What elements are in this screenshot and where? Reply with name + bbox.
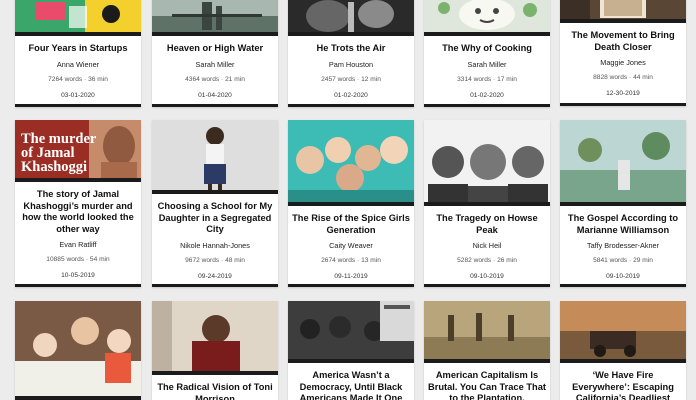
article-date: 10-05-2019	[61, 272, 95, 279]
article-thumbnail[interactable]	[152, 301, 278, 375]
article-thumbnail[interactable]	[288, 0, 414, 36]
article-author: Nick Heil	[472, 241, 502, 250]
article-author: Pam Houston	[328, 59, 374, 69]
article-date: 09-10-2019	[470, 273, 504, 280]
article-wordcount: 4364 words · 21 min	[185, 75, 245, 83]
article-author: Sarah Miller	[195, 59, 235, 69]
article-wordcount: 5282 words · 26 min	[457, 257, 517, 264]
article-date: 09-11-2019	[334, 273, 368, 280]
article-title[interactable]: The Rise of the Spice Girls Generation	[292, 213, 410, 236]
article-card[interactable]: Choosing a School for My Daughter in a S…	[152, 120, 278, 287]
article-card[interactable]: He Trots the Air Pam Houston 2457 words …	[288, 0, 414, 107]
article-wordcount: 9672 words · 48 min	[185, 256, 245, 264]
article-card[interactable]: The Rise of the Spice Girls Generation C…	[288, 120, 414, 287]
article-date: 09-10-2019	[606, 273, 640, 280]
article-author: Nikole Hannah-Jones	[180, 240, 250, 250]
article-thumbnail[interactable]	[560, 0, 686, 23]
article-wordcount: 10885 words · 54 min	[46, 256, 110, 263]
article-card[interactable]: American Capitalism Is Brutal. You Can T…	[424, 301, 550, 400]
article-date: 09-24-2019	[198, 272, 232, 280]
article-title[interactable]: ‘We Have Fire Everywhere’: Escaping Cali…	[564, 370, 682, 400]
article-thumbnail[interactable]	[424, 120, 550, 206]
article-thumbnail[interactable]	[560, 301, 686, 363]
article-date: 01-02-2020	[470, 91, 504, 99]
article-thumbnail[interactable]: The murder of Jamal Khashoggi	[15, 120, 141, 182]
article-author: Evan Ratliff	[59, 240, 97, 249]
article-card[interactable]: The Why of Cooking Sarah Miller 3314 wor…	[424, 0, 550, 107]
article-date: 03-01-2020	[61, 91, 95, 99]
article-title[interactable]: The Tragedy on Howse Peak	[428, 213, 546, 236]
article-card[interactable]: The Gospel According to Marianne William…	[560, 120, 686, 287]
article-author: Sarah Miller	[467, 59, 507, 69]
article-title[interactable]: The Movement to Bring Death Closer	[564, 30, 682, 53]
article-title[interactable]: He Trots the Air	[292, 43, 410, 55]
article-title[interactable]: Choosing a School for My Daughter in a S…	[156, 201, 274, 236]
article-card[interactable]: Heaven or High Water Sarah Miller 4364 w…	[152, 0, 278, 107]
article-wordcount: 2457 words · 12 min	[321, 75, 381, 83]
article-card[interactable]: America Wasn’t a Democracy, Until Black …	[288, 301, 414, 400]
article-card[interactable]: The Radical Vision of Toni Morrison	[152, 301, 278, 400]
article-title[interactable]: Heaven or High Water	[156, 43, 274, 55]
article-title[interactable]: The story of Jamal Khashoggi’s murder an…	[19, 189, 137, 235]
article-thumbnail[interactable]	[424, 301, 550, 363]
thumbnail-caption: The murder of Jamal Khashoggi	[21, 131, 97, 175]
article-card[interactable]: Four Years in Startups Anna Wiener 7264 …	[15, 0, 141, 107]
article-title[interactable]: American Capitalism Is Brutal. You Can T…	[428, 370, 546, 400]
article-thumbnail[interactable]	[288, 120, 414, 206]
article-author: Taffy Brodesser-Akner	[586, 241, 660, 250]
article-date: 12-30-2019	[606, 90, 640, 97]
article-card[interactable]: The Tragedy on Howse Peak Nick Heil 5282…	[424, 120, 550, 287]
article-title[interactable]: The Radical Vision of Toni Morrison	[156, 382, 274, 400]
article-wordcount: 7264 words · 36 min	[48, 75, 108, 83]
article-thumbnail[interactable]	[152, 0, 278, 36]
article-wordcount: 3314 words · 17 min	[457, 75, 517, 83]
article-card[interactable]: The murder of Jamal Khashoggi The story …	[15, 120, 141, 287]
article-card[interactable]: ‘We Have Fire Everywhere’: Escaping Cali…	[560, 301, 686, 400]
article-thumbnail[interactable]	[288, 301, 414, 363]
article-card[interactable]	[15, 301, 141, 400]
article-wordcount: 5841 words · 29 min	[593, 257, 653, 264]
article-grid: Four Years in Startups Anna Wiener 7264 …	[0, 0, 696, 400]
article-date: 01-04-2020	[198, 91, 232, 99]
article-date: 01-02-2020	[334, 91, 368, 99]
article-wordcount: 2674 words · 13 min	[321, 257, 381, 264]
article-thumbnail[interactable]	[424, 0, 550, 36]
article-author: Maggie Jones	[600, 58, 646, 67]
article-wordcount: 8828 words · 44 min	[593, 74, 653, 81]
article-title[interactable]: The Why of Cooking	[428, 43, 546, 55]
article-title[interactable]: The Gospel According to Marianne William…	[564, 213, 682, 236]
article-thumbnail[interactable]	[560, 120, 686, 206]
article-thumbnail[interactable]	[15, 0, 141, 36]
article-card[interactable]: The Movement to Bring Death Closer Maggi…	[560, 0, 686, 106]
article-thumbnail[interactable]	[152, 120, 278, 194]
article-title[interactable]: America Wasn’t a Democracy, Until Black …	[292, 370, 410, 400]
article-author: Caity Weaver	[329, 241, 373, 250]
article-thumbnail[interactable]	[15, 301, 141, 400]
article-author: Anna Wiener	[56, 59, 100, 69]
article-title[interactable]: Four Years in Startups	[19, 43, 137, 55]
